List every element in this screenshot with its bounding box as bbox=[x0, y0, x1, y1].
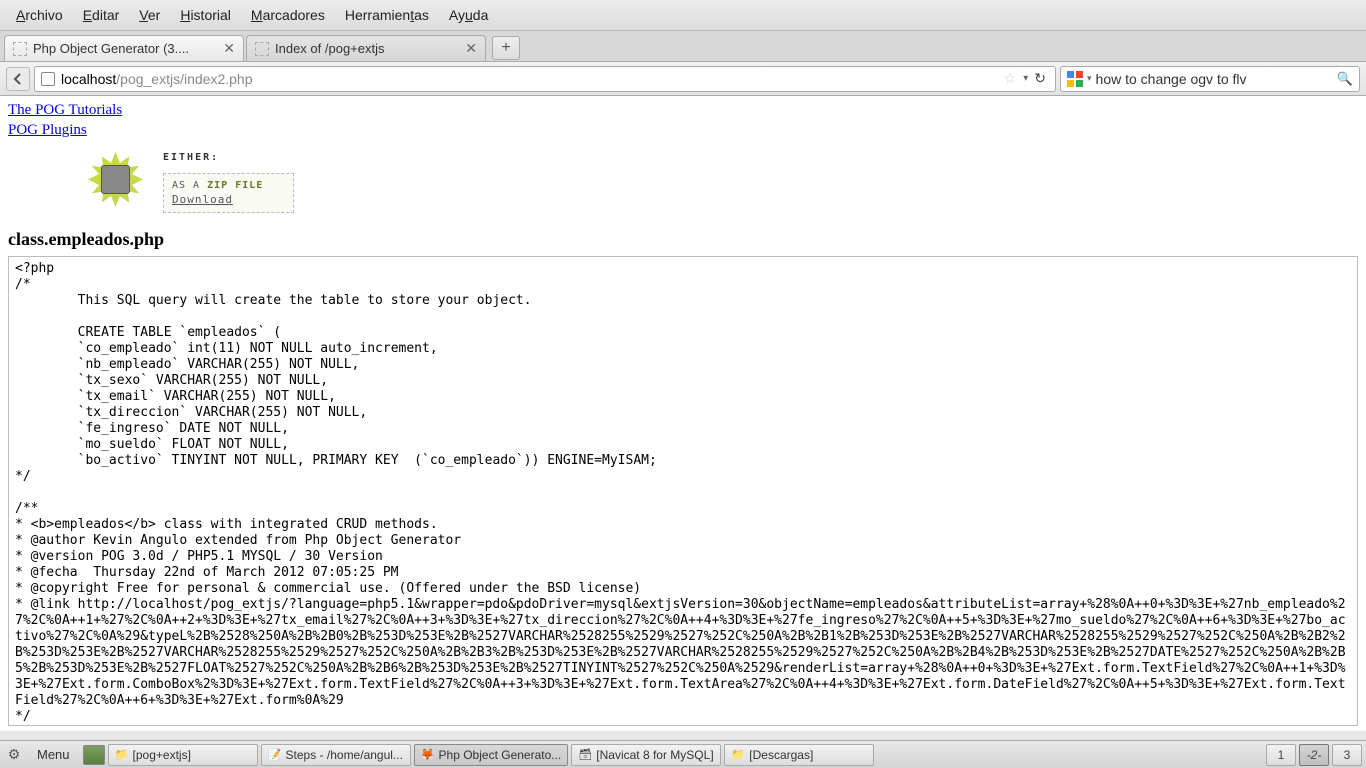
nav-toolbar: localhost/pog_extjs/index2.php ☆ ▾ ↻ ▾ h… bbox=[0, 62, 1366, 96]
page-content: The POG Tutorials POG Plugins EITHER: AS… bbox=[0, 96, 1366, 731]
close-icon[interactable]: ✕ bbox=[223, 40, 235, 57]
menu-marcadores[interactable]: Marcadores bbox=[241, 3, 335, 27]
url-text[interactable]: localhost/pog_extjs/index2.php bbox=[61, 71, 1000, 87]
download-link[interactable]: Download bbox=[172, 193, 233, 206]
workspace-switcher: 1 -2- 3 bbox=[1266, 744, 1362, 766]
taskbar-item[interactable]: 📝Steps - /home/angul... bbox=[261, 744, 411, 766]
taskbar-item[interactable]: 📁[pog+extjs] bbox=[108, 744, 258, 766]
zip-badge-icon bbox=[88, 152, 143, 207]
folder-icon: 📁 bbox=[731, 748, 745, 762]
workspace-2[interactable]: -2- bbox=[1299, 744, 1329, 766]
url-dropdown-icon[interactable]: ▾ bbox=[1023, 73, 1028, 84]
menu-ver[interactable]: Ver bbox=[129, 3, 170, 27]
bookmark-star-icon[interactable]: ☆ bbox=[1004, 70, 1017, 87]
download-section: EITHER: AS A ZIP FILE Download bbox=[88, 152, 1358, 213]
navicat-icon: 🗃 bbox=[578, 748, 592, 762]
tab-active[interactable]: Php Object Generator (3.... ✕ bbox=[4, 35, 244, 61]
menu-button[interactable]: Menu bbox=[27, 744, 80, 765]
site-identity-icon[interactable] bbox=[41, 72, 55, 86]
search-text[interactable]: how to change ogv to flv bbox=[1096, 71, 1337, 87]
show-desktop-button[interactable] bbox=[83, 745, 105, 765]
taskbar-item-active[interactable]: 🦊Php Object Generato... bbox=[414, 744, 569, 766]
new-tab-button[interactable]: + bbox=[492, 36, 520, 60]
link-tutorials[interactable]: The POG Tutorials bbox=[8, 100, 1358, 120]
reload-icon[interactable]: ↻ bbox=[1034, 70, 1046, 87]
tab-title: Php Object Generator (3.... bbox=[33, 41, 215, 56]
workspace-3[interactable]: 3 bbox=[1332, 744, 1362, 766]
menu-herramientas[interactable]: Herramientas bbox=[335, 3, 439, 27]
taskbar-item[interactable]: 🗃[Navicat 8 for MySQL] bbox=[571, 744, 721, 766]
menu-editar[interactable]: Editar bbox=[73, 3, 130, 27]
class-filename-heading: class.empleados.php bbox=[8, 229, 1358, 250]
menu-archivo[interactable]: Archivo bbox=[6, 3, 73, 27]
favicon-icon bbox=[255, 42, 269, 56]
folder-icon: 📁 bbox=[115, 748, 129, 762]
tab-title: Index of /pog+extjs bbox=[275, 41, 457, 56]
link-plugins[interactable]: POG Plugins bbox=[8, 120, 1358, 140]
google-icon bbox=[1067, 71, 1083, 87]
back-arrow-icon bbox=[11, 72, 25, 86]
gear-icon[interactable]: ⚙ bbox=[4, 745, 24, 765]
editor-icon: 📝 bbox=[268, 748, 282, 762]
tab-bar: Php Object Generator (3.... ✕ Index of /… bbox=[0, 31, 1366, 62]
back-button[interactable] bbox=[6, 67, 30, 91]
zip-download-box: AS A ZIP FILE Download bbox=[163, 173, 294, 213]
search-bar[interactable]: ▾ how to change ogv to flv 🔍 bbox=[1060, 66, 1360, 92]
menu-ayuda[interactable]: Ayuda bbox=[439, 3, 498, 27]
search-icon[interactable]: 🔍 bbox=[1337, 71, 1353, 87]
firefox-icon: 🦊 bbox=[421, 748, 435, 762]
workspace-1[interactable]: 1 bbox=[1266, 744, 1296, 766]
favicon-icon bbox=[13, 42, 27, 56]
url-bar[interactable]: localhost/pog_extjs/index2.php ☆ ▾ ↻ bbox=[34, 66, 1056, 92]
close-icon[interactable]: ✕ bbox=[465, 40, 477, 57]
taskbar: ⚙ Menu 📁[pog+extjs] 📝Steps - /home/angul… bbox=[0, 740, 1366, 768]
code-textarea[interactable]: <?php /* This SQL query will create the … bbox=[8, 256, 1358, 726]
menubar: Archivo Editar Ver Historial Marcadores … bbox=[0, 0, 1366, 31]
menu-historial[interactable]: Historial bbox=[170, 3, 241, 27]
taskbar-item[interactable]: 📁[Descargas] bbox=[724, 744, 874, 766]
zip-label: AS A ZIP FILE bbox=[172, 180, 263, 191]
tab-inactive[interactable]: Index of /pog+extjs ✕ bbox=[246, 35, 486, 61]
either-label: EITHER: bbox=[163, 152, 294, 163]
search-engine-dropdown-icon[interactable]: ▾ bbox=[1087, 73, 1092, 84]
